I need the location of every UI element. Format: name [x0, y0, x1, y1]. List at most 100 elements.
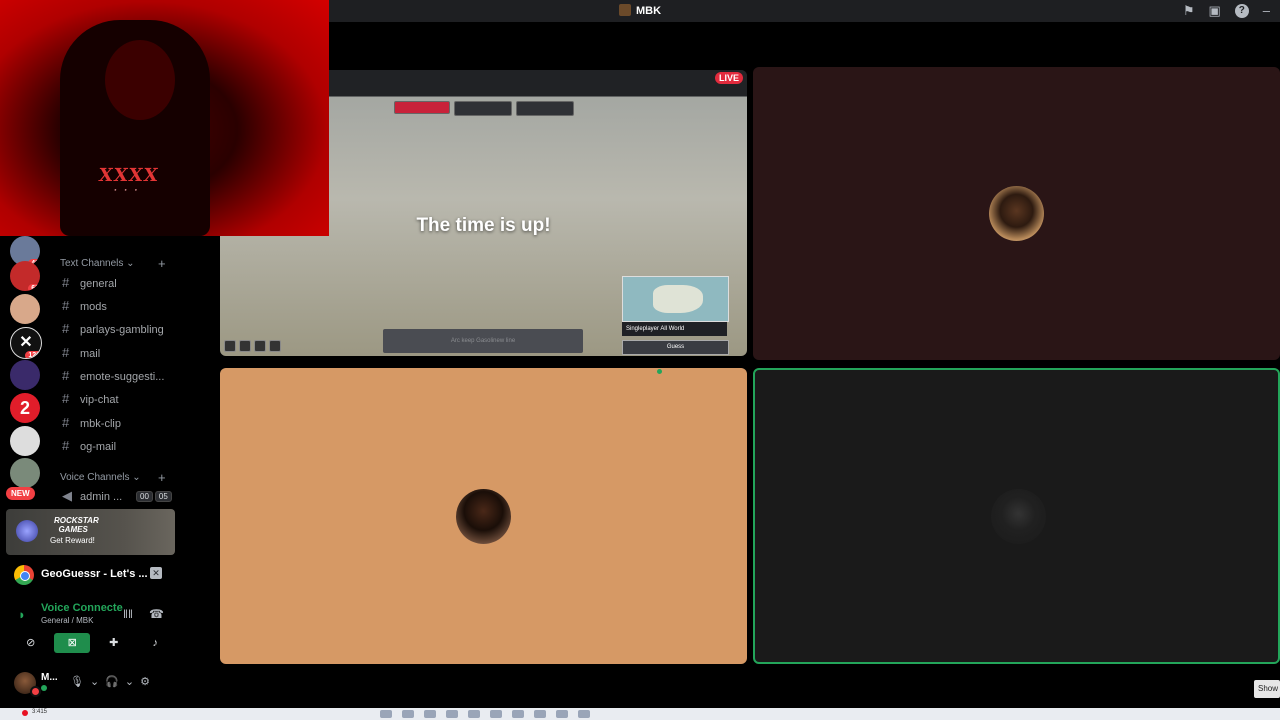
- channel-item[interactable]: # og-mail: [62, 436, 180, 456]
- server-icon[interactable]: [10, 294, 40, 324]
- game-view-group[interactable]: [516, 101, 574, 116]
- gear-icon[interactable]: ⚙: [140, 675, 150, 688]
- channel-list: Text Channels ⌄ + # general # mods # parlays…: [50, 236, 180, 506]
- hash-icon: #: [62, 345, 70, 360]
- server-icon[interactable]: ✕ 120: [10, 327, 42, 359]
- user-count: 00: [136, 491, 153, 502]
- add-channel-icon[interactable]: +: [158, 470, 166, 485]
- shirt-graphic: XXXX · · ·: [97, 165, 161, 196]
- channel-label: emote-suggesti...: [80, 371, 165, 383]
- guess-button[interactable]: Guess: [622, 340, 729, 355]
- get-reward-link[interactable]: Get Reward!: [50, 536, 95, 545]
- title-bar-icons: ⚑ ▣ ? –: [1183, 3, 1270, 19]
- add-channel-icon[interactable]: +: [158, 256, 166, 271]
- stream-controls: [224, 340, 281, 352]
- new-badge: NEW: [6, 487, 35, 500]
- cursor-indicator: [657, 369, 662, 374]
- show-members-button[interactable]: Show: [1254, 680, 1280, 698]
- compass-icon[interactable]: [254, 340, 266, 352]
- server-icon[interactable]: 63: [10, 261, 40, 291]
- taskbar-apps: [380, 710, 590, 718]
- server-icon[interactable]: [10, 458, 40, 488]
- server-icon[interactable]: 2: [10, 393, 40, 423]
- channel-item[interactable]: # mail: [62, 343, 180, 363]
- app-icon[interactable]: [380, 710, 392, 718]
- app-icon[interactable]: [534, 710, 546, 718]
- channel-label: mbk-clip: [80, 418, 121, 430]
- promo-banner[interactable]: ROCKSTAR GAMES Get Reward!: [6, 509, 175, 555]
- unread-badge: 120: [25, 351, 41, 358]
- os-taskbar: 3:415: [0, 708, 1280, 720]
- window-title-text: MBK: [635, 5, 662, 17]
- avatar: [456, 489, 511, 544]
- server-logo-icon: [618, 4, 631, 16]
- minimize-icon[interactable]: –: [1263, 3, 1270, 19]
- hash-icon: #: [62, 298, 70, 313]
- channel-item[interactable]: # mbk-clip: [62, 413, 180, 433]
- game-chat-box[interactable]: Arc keep Gasolinew line: [383, 329, 583, 353]
- participant-tile[interactable]: [753, 67, 1280, 360]
- user-controls: 🎙 ⌄ 🎧 ⌄ ⚙: [70, 675, 150, 688]
- username[interactable]: M...: [41, 672, 58, 683]
- flag-icon[interactable]: [239, 340, 251, 352]
- chrome-icon: [14, 565, 34, 585]
- app-icon[interactable]: [578, 710, 590, 718]
- game-tools-group[interactable]: [454, 101, 512, 116]
- game-mode-button[interactable]: [394, 101, 450, 114]
- channel-item[interactable]: # emote-suggesti...: [62, 366, 180, 386]
- app-icon[interactable]: [468, 710, 480, 718]
- flag-icon[interactable]: ⚑: [1183, 3, 1195, 19]
- channel-item[interactable]: # general: [62, 273, 180, 293]
- noise-suppression-icon[interactable]: ‖‖: [123, 607, 133, 621]
- category-voice-channels[interactable]: Voice Channels ⌄ +: [60, 470, 166, 485]
- app-icon[interactable]: [490, 710, 502, 718]
- category-text-channels[interactable]: Text Channels ⌄ +: [60, 256, 166, 271]
- zoom-icon[interactable]: [269, 340, 281, 352]
- participant-tile-speaking[interactable]: [753, 368, 1280, 664]
- app-icon[interactable]: [446, 710, 458, 718]
- server-label: 2: [19, 398, 30, 418]
- server-rail: 48 63 ✕ 120 2: [0, 236, 50, 506]
- webcam-overlay: XXXX · · ·: [0, 0, 329, 236]
- app-icon[interactable]: [556, 710, 568, 718]
- channel-label: general: [80, 278, 117, 290]
- help-icon[interactable]: ?: [1234, 4, 1249, 18]
- inbox-icon[interactable]: ▣: [1208, 3, 1220, 19]
- app-icon[interactable]: [424, 710, 436, 718]
- close-activity-icon[interactable]: ✕: [150, 567, 162, 579]
- hash-icon: #: [62, 415, 70, 430]
- voice-channel-path[interactable]: General / MBK: [41, 616, 93, 625]
- streamer-head: [105, 40, 175, 120]
- taskbar-clock: 3:415: [32, 709, 48, 715]
- speaker-icon: ◀: [62, 488, 72, 503]
- activity-row[interactable]: GeoGuessr - Let's ... ✕: [14, 565, 174, 585]
- activities-icon[interactable]: ✚: [96, 633, 132, 653]
- channel-label: og-mail: [80, 441, 117, 453]
- chevron-down-icon[interactable]: ⌄: [125, 675, 134, 688]
- live-indicator: [30, 686, 41, 697]
- hash-icon: #: [62, 321, 70, 336]
- voice-connected-label[interactable]: Voice Connecte: [41, 602, 123, 614]
- undo-icon[interactable]: [224, 340, 236, 352]
- app-icon[interactable]: [402, 710, 414, 718]
- voice-channel-item[interactable]: ◀ admin ...: [62, 486, 132, 506]
- channel-item[interactable]: # mods: [62, 296, 180, 316]
- server-icon[interactable]: [10, 426, 40, 456]
- guess-minimap[interactable]: [622, 276, 729, 322]
- channel-item[interactable]: # parlays-gambling: [62, 319, 180, 339]
- category-label: Voice Channels: [60, 472, 130, 483]
- app-icon[interactable]: [512, 710, 524, 718]
- microphone-icon[interactable]: 🎙: [70, 675, 84, 688]
- screen-share-icon[interactable]: ⊠: [54, 633, 91, 653]
- disconnect-icon[interactable]: ☎: [149, 607, 164, 621]
- soundboard-icon[interactable]: ♪: [137, 633, 173, 653]
- server-icon[interactable]: [10, 360, 40, 390]
- category-label: Text Channels: [60, 258, 124, 269]
- chevron-down-icon[interactable]: ⌄: [90, 675, 99, 688]
- channel-item[interactable]: # vip-chat: [62, 389, 180, 409]
- user-panel: M... 🎙 ⌄ 🎧 ⌄ ⚙: [10, 670, 180, 698]
- camera-off-icon[interactable]: ⊘: [13, 633, 49, 653]
- participant-tile[interactable]: [220, 368, 747, 664]
- hash-icon: #: [62, 275, 70, 290]
- headphones-icon[interactable]: 🎧: [105, 675, 119, 688]
